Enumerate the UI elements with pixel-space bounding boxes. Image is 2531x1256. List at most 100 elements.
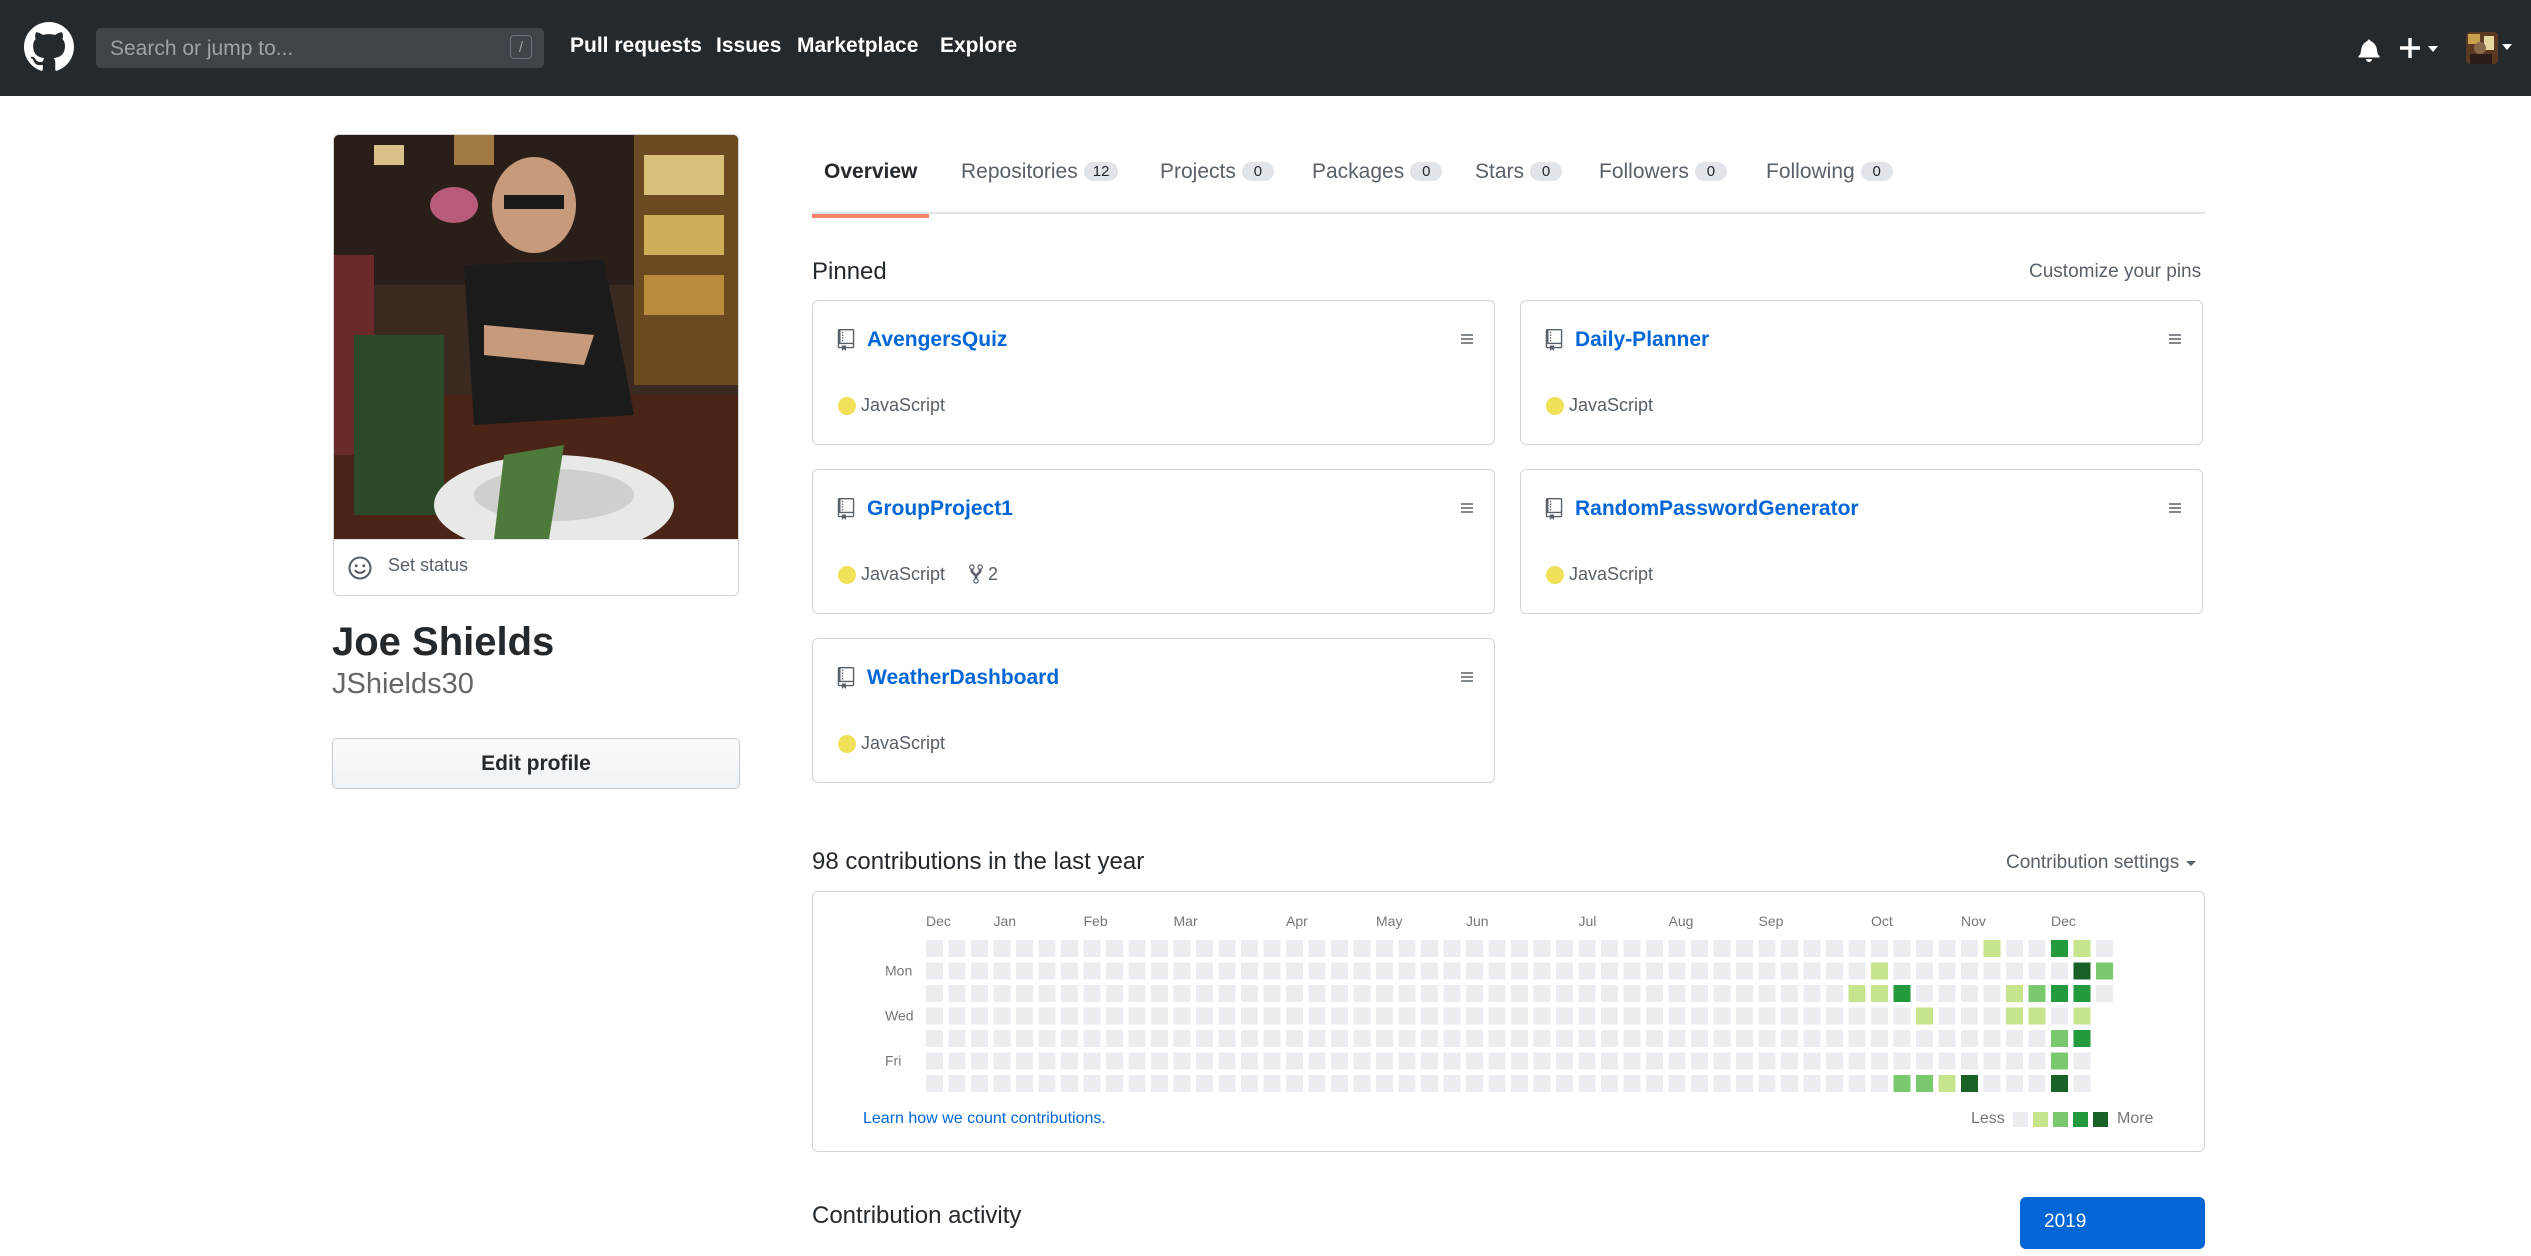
contribution-day-cell[interactable]	[1758, 940, 1776, 957]
contribution-day-cell[interactable]	[1308, 1030, 1326, 1047]
contribution-day-cell[interactable]	[1398, 985, 1416, 1002]
search-box[interactable]: /	[96, 28, 544, 70]
contribution-day-cell[interactable]	[1533, 940, 1551, 957]
contribution-day-cell[interactable]	[1083, 1052, 1101, 1070]
contribution-day-cell[interactable]	[1511, 1052, 1528, 1070]
contribution-day-cell[interactable]	[1106, 1075, 1123, 1092]
create-new-dropdown[interactable]	[2400, 34, 2444, 62]
contribution-day-cell[interactable]	[1578, 940, 1596, 957]
contribution-day-cell[interactable]	[1466, 962, 1483, 980]
contribution-day-cell[interactable]	[1533, 1052, 1551, 1070]
contribution-day-cell[interactable]	[1466, 940, 1483, 957]
contribution-day-cell[interactable]	[1781, 940, 1798, 957]
contribution-day-cell[interactable]	[971, 1052, 988, 1070]
contribution-day-cell[interactable]	[1128, 962, 1146, 980]
contribution-day-cell[interactable]	[1488, 1052, 1506, 1070]
contribution-day-cell[interactable]	[1263, 1007, 1281, 1025]
contribution-day-cell[interactable]	[1826, 985, 1843, 1002]
contribution-day-cell[interactable]	[1173, 1030, 1191, 1047]
contribution-day-cell[interactable]	[1241, 1075, 1258, 1092]
contribution-day-cell[interactable]	[948, 1052, 966, 1070]
contribution-day-cell[interactable]	[1353, 1075, 1371, 1092]
tab-packages[interactable]: Packages 0	[1312, 160, 1443, 214]
contribution-day-cell[interactable]	[1668, 1007, 1686, 1025]
contribution-day-cell[interactable]	[1511, 940, 1528, 957]
contribution-day-cell[interactable]	[993, 985, 1011, 1002]
contribution-day-cell[interactable]	[2006, 940, 2023, 957]
contribution-day-cell[interactable]	[1713, 985, 1731, 1002]
contribution-day-cell[interactable]	[1601, 1030, 1618, 1047]
contribution-day-cell[interactable]	[1646, 985, 1663, 1002]
contribution-day-cell[interactable]	[2051, 1052, 2068, 1070]
contribution-day-cell[interactable]	[2006, 1075, 2023, 1092]
contribution-day-cell[interactable]	[1938, 940, 1956, 957]
contribution-day-cell[interactable]	[1511, 985, 1528, 1002]
contribution-day-cell[interactable]	[1173, 1075, 1191, 1092]
contribution-day-cell[interactable]	[1983, 1030, 2001, 1047]
contribution-day-cell[interactable]	[1668, 962, 1686, 980]
contribution-day-cell[interactable]	[1668, 1052, 1686, 1070]
contribution-day-cell[interactable]	[1308, 1075, 1326, 1092]
contribution-day-cell[interactable]	[971, 1075, 988, 1092]
contribution-day-cell[interactable]	[1421, 1052, 1438, 1070]
contribution-day-cell[interactable]	[1893, 1075, 1911, 1092]
contribution-day-cell[interactable]	[993, 1075, 1011, 1092]
tab-following[interactable]: Following 0	[1766, 160, 1893, 214]
contribution-day-cell[interactable]	[1466, 985, 1483, 1002]
contribution-day-cell[interactable]	[1826, 1052, 1843, 1070]
year-selector-2019[interactable]: 2019	[2020, 1197, 2205, 1249]
contribution-day-cell[interactable]	[2096, 940, 2113, 957]
contribution-day-cell[interactable]	[971, 1030, 988, 1047]
contribution-day-cell[interactable]	[1601, 962, 1618, 980]
contribution-day-cell[interactable]	[1623, 1030, 1641, 1047]
fork-count[interactable]: 2	[988, 564, 998, 585]
contribution-day-cell[interactable]	[2051, 1007, 2068, 1025]
contribution-day-cell[interactable]	[1196, 940, 1213, 957]
contribution-day-cell[interactable]	[1466, 1007, 1483, 1025]
contribution-day-cell[interactable]	[1646, 962, 1663, 980]
contribution-day-cell[interactable]	[1421, 1075, 1438, 1092]
contribution-day-cell[interactable]	[2073, 1052, 2091, 1070]
contribution-day-cell[interactable]	[1331, 1075, 1348, 1092]
contribution-day-cell[interactable]	[1128, 985, 1146, 1002]
contribution-day-cell[interactable]	[1286, 1007, 1303, 1025]
contribution-day-cell[interactable]	[993, 940, 1011, 957]
contribution-day-cell[interactable]	[1578, 1075, 1596, 1092]
contribution-day-cell[interactable]	[1218, 1007, 1236, 1025]
contribution-day-cell[interactable]	[1736, 962, 1753, 980]
contribution-day-cell[interactable]	[1533, 985, 1551, 1002]
customize-pins-link[interactable]: Customize your pins	[2029, 261, 2201, 283]
contribution-day-cell[interactable]	[1758, 962, 1776, 980]
contribution-day-cell[interactable]	[1736, 1052, 1753, 1070]
drag-handle-icon[interactable]	[1460, 331, 1474, 347]
contribution-day-cell[interactable]	[1736, 1007, 1753, 1025]
contribution-day-cell[interactable]	[1083, 1007, 1101, 1025]
contribution-day-cell[interactable]	[1916, 940, 1933, 957]
contribution-day-cell[interactable]	[1038, 940, 1056, 957]
contribution-day-cell[interactable]	[1218, 940, 1236, 957]
contribution-day-cell[interactable]	[1668, 1030, 1686, 1047]
contribution-day-cell[interactable]	[1691, 1030, 1708, 1047]
contribution-day-cell[interactable]	[1466, 1052, 1483, 1070]
contribution-day-cell[interactable]	[1938, 1075, 1956, 1092]
contribution-day-cell[interactable]	[2006, 962, 2023, 980]
contribution-day-cell[interactable]	[1871, 1052, 1888, 1070]
contribution-day-cell[interactable]	[1286, 985, 1303, 1002]
contribution-day-cell[interactable]	[1803, 962, 1821, 980]
contribution-day-cell[interactable]	[1623, 985, 1641, 1002]
contribution-day-cell[interactable]	[1128, 1075, 1146, 1092]
contribution-day-cell[interactable]	[1848, 940, 1866, 957]
contribution-day-cell[interactable]	[1916, 1075, 1933, 1092]
nav-marketplace[interactable]: Marketplace	[797, 34, 918, 58]
contribution-day-cell[interactable]	[1061, 1052, 1078, 1070]
contribution-day-cell[interactable]	[1173, 962, 1191, 980]
contribution-day-cell[interactable]	[1578, 962, 1596, 980]
contribution-day-cell[interactable]	[1218, 1052, 1236, 1070]
contribution-day-cell[interactable]	[1286, 962, 1303, 980]
contribution-day-cell[interactable]	[1061, 962, 1078, 980]
contribution-day-cell[interactable]	[1443, 1075, 1461, 1092]
contribution-day-cell[interactable]	[1443, 962, 1461, 980]
contribution-day-cell[interactable]	[1488, 985, 1506, 1002]
contribution-day-cell[interactable]	[993, 1052, 1011, 1070]
contribution-day-cell[interactable]	[1803, 1075, 1821, 1092]
